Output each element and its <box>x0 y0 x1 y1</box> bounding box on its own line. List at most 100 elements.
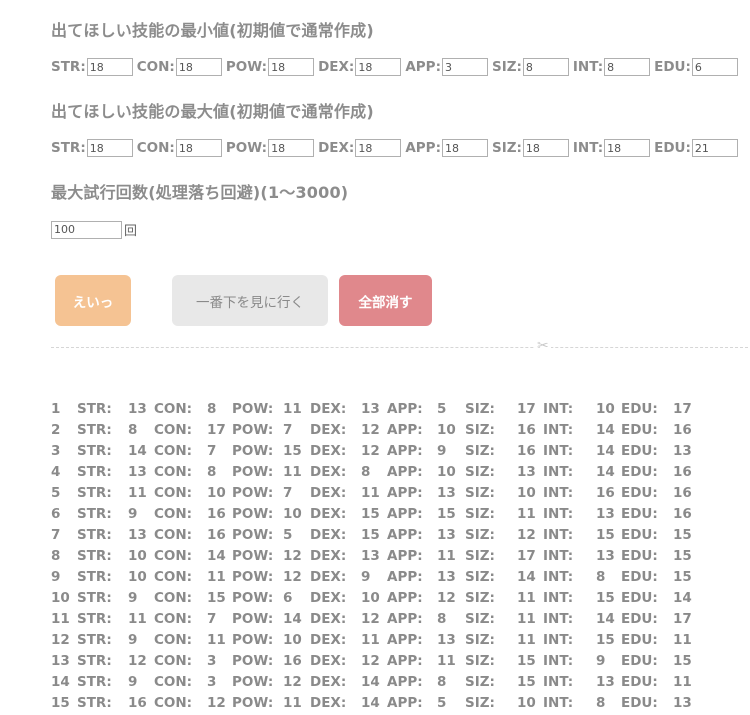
result-index: 15 <box>51 695 70 711</box>
result-stat-value: 10 <box>207 485 226 501</box>
max-dex-input[interactable] <box>355 139 402 157</box>
result-stat-label: STR: <box>77 422 112 438</box>
result-index: 8 <box>51 548 61 564</box>
result-stat-value: 14 <box>596 611 615 627</box>
result-stat-label: APP: <box>387 464 423 480</box>
result-stat-value: 13 <box>596 506 615 522</box>
max-values-row: STR: CON: POW: DEX: APP: SIZ: INT: EDU: <box>51 139 742 157</box>
result-stat-label: INT: <box>543 653 574 669</box>
result-stat-label: DEX: <box>310 590 347 606</box>
min-con-label: CON: <box>136 59 175 75</box>
clear-all-button[interactable]: 全部消す <box>339 275 432 326</box>
min-app-input[interactable] <box>441 58 488 76</box>
min-siz-input[interactable] <box>522 58 569 76</box>
result-stat-value: 10 <box>128 569 147 585</box>
result-stat-label: SIZ: <box>465 443 495 459</box>
result-stat-label: DEX: <box>310 674 347 690</box>
result-stat-value: 8 <box>437 611 447 627</box>
min-int-input[interactable] <box>604 58 651 76</box>
result-stat-label: INT: <box>543 506 574 522</box>
result-stat-value: 7 <box>283 485 293 501</box>
min-con-input[interactable] <box>175 58 222 76</box>
result-stat-label: CON: <box>154 632 193 648</box>
min-dex-input[interactable] <box>355 58 402 76</box>
result-stat-value: 11 <box>673 632 692 648</box>
result-stat-value: 12 <box>361 443 380 459</box>
result-stat-value: 15 <box>517 674 536 690</box>
result-stat-label: EDU: <box>621 485 658 501</box>
result-stat-label: EDU: <box>621 590 658 606</box>
result-stat-label: SIZ: <box>465 569 495 585</box>
result-stat-label: APP: <box>387 485 423 501</box>
result-stat-value: 15 <box>361 506 380 522</box>
result-stat-value: 7 <box>283 422 293 438</box>
result-stat-value: 8 <box>361 464 371 480</box>
max-int-input[interactable] <box>604 139 651 157</box>
min-str-input[interactable] <box>86 58 133 76</box>
max-str-input[interactable] <box>86 139 133 157</box>
result-stat-label: POW: <box>232 443 274 459</box>
result-stat-label: CON: <box>154 548 193 564</box>
result-stat-label: POW: <box>232 485 274 501</box>
result-stat-value: 11 <box>437 548 456 564</box>
result-stat-value: 13 <box>437 485 456 501</box>
max-tries-input[interactable] <box>51 220 122 239</box>
result-stat-label: INT: <box>543 569 574 585</box>
max-siz-input[interactable] <box>522 139 569 157</box>
min-int-label: INT: <box>572 59 604 75</box>
result-index: 2 <box>51 422 61 438</box>
result-stat-value: 16 <box>517 422 536 438</box>
result-stat-label: CON: <box>154 653 193 669</box>
result-stat-label: STR: <box>77 611 112 627</box>
roll-button[interactable]: えいっ <box>55 275 131 326</box>
result-stat-label: POW: <box>232 611 274 627</box>
result-stat-label: APP: <box>387 569 423 585</box>
result-stat-value: 13 <box>361 401 380 417</box>
result-stat-label: EDU: <box>621 632 658 648</box>
result-stat-value: 13 <box>517 464 536 480</box>
result-stat-label: DEX: <box>310 527 347 543</box>
result-stat-label: EDU: <box>621 548 658 564</box>
result-stat-label: EDU: <box>621 443 658 459</box>
max-con-input[interactable] <box>175 139 222 157</box>
min-edu-input[interactable] <box>691 58 738 76</box>
result-stat-label: EDU: <box>621 653 658 669</box>
result-stat-value: 7 <box>207 443 217 459</box>
result-stat-value: 12 <box>437 590 456 606</box>
result-stat-value: 8 <box>596 569 606 585</box>
scroll-to-bottom-button[interactable]: 一番下を見に行く <box>172 275 328 326</box>
result-stat-label: INT: <box>543 422 574 438</box>
result-stat-value: 10 <box>361 590 380 606</box>
result-stat-value: 17 <box>673 611 692 627</box>
result-stat-value: 15 <box>673 527 692 543</box>
max-app-input[interactable] <box>441 139 488 157</box>
min-pow-input[interactable] <box>268 58 315 76</box>
max-edu-input[interactable] <box>691 139 738 157</box>
result-stat-value: 15 <box>596 590 615 606</box>
result-stat-label: INT: <box>543 695 574 711</box>
result-stat-value: 7 <box>207 611 217 627</box>
max-con-label: CON: <box>136 140 175 156</box>
max-tries-row: 回 <box>51 220 137 239</box>
min-siz-label: SIZ: <box>491 59 522 75</box>
result-stat-label: SIZ: <box>465 695 495 711</box>
result-stat-value: 8 <box>437 674 447 690</box>
result-stat-value: 12 <box>283 569 302 585</box>
result-stat-value: 16 <box>207 527 226 543</box>
result-stat-label: SIZ: <box>465 632 495 648</box>
max-values-heading: 出てほしい技能の最大値(初期値で通常作成) <box>51 102 374 121</box>
result-stat-value: 14 <box>361 674 380 690</box>
result-stat-label: SIZ: <box>465 485 495 501</box>
max-pow-input[interactable] <box>268 139 315 157</box>
max-edu-label: EDU: <box>654 140 691 156</box>
result-stat-label: EDU: <box>621 464 658 480</box>
result-stat-label: STR: <box>77 674 112 690</box>
result-stat-value: 13 <box>673 695 692 711</box>
result-stat-value: 13 <box>437 569 456 585</box>
result-stat-label: APP: <box>387 695 423 711</box>
min-edu-label: EDU: <box>654 59 691 75</box>
result-stat-value: 16 <box>596 485 615 501</box>
max-dex-label: DEX: <box>318 140 355 156</box>
result-stat-label: INT: <box>543 611 574 627</box>
result-stat-value: 13 <box>437 632 456 648</box>
